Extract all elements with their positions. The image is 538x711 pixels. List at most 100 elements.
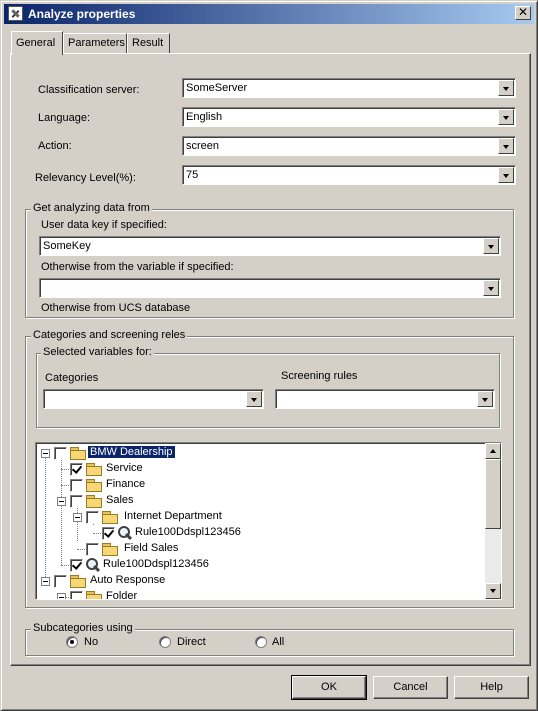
tree-scrollbar[interactable] — [485, 443, 501, 599]
classification-server-combo[interactable]: SomeServer — [182, 78, 516, 98]
language-label: Language: — [38, 112, 90, 124]
user-data-key-combo[interactable]: SomeKey — [39, 236, 501, 256]
tree-node-label: Rule100Ddspl123456 — [103, 558, 209, 570]
close-button[interactable]: ✕ — [515, 6, 531, 20]
tab-parameters[interactable]: Parameters — [63, 33, 127, 53]
tree-node-checkbox[interactable] — [70, 495, 83, 508]
chevron-down-icon[interactable] — [477, 391, 493, 407]
tab-general-label: General — [16, 37, 56, 49]
radio-all[interactable] — [255, 636, 267, 648]
help-button-label: Help — [480, 681, 503, 693]
cancel-button[interactable]: Cancel — [373, 676, 448, 699]
tree-node[interactable]: BMW Dealership — [36, 445, 476, 461]
radio-direct-label: Direct — [177, 636, 206, 648]
tree-node-checkbox[interactable] — [70, 591, 83, 599]
cancel-button-label: Cancel — [393, 681, 428, 693]
chevron-down-icon[interactable] — [483, 238, 499, 254]
tree-node-checkbox[interactable] — [54, 447, 67, 460]
variable-combo[interactable] — [39, 278, 501, 298]
relevancy-level-combo[interactable]: 75 — [182, 165, 516, 185]
scroll-up-icon[interactable] — [485, 443, 501, 459]
folder-icon — [86, 495, 102, 508]
tree-node[interactable]: Rule100Ddspl123456 — [36, 557, 476, 573]
ucs-database-label: Otherwise from UCS database — [41, 302, 191, 314]
collapse-icon[interactable] — [73, 513, 82, 522]
folder-icon — [86, 463, 102, 476]
chevron-down-icon[interactable] — [498, 80, 514, 96]
folder-icon — [70, 447, 86, 460]
window-title: Analyze properties — [28, 7, 136, 21]
chevron-down-icon[interactable] — [498, 138, 514, 154]
help-button[interactable]: Help — [454, 676, 529, 699]
tree-node-checkbox[interactable] — [70, 463, 83, 476]
tab-result-label: Result — [132, 37, 164, 49]
tree-node-checkbox[interactable] — [102, 527, 115, 540]
magnifier-icon — [85, 557, 101, 573]
tree-node[interactable]: Folder — [36, 589, 476, 600]
categories-combo[interactable] — [43, 389, 264, 409]
tree-node[interactable]: Field Sales — [36, 541, 476, 557]
tab-result[interactable]: Result — [127, 33, 170, 53]
tree-node-label: Rule100Ddspl123456 — [135, 526, 241, 538]
radio-direct[interactable] — [159, 636, 171, 648]
scroll-down-icon[interactable] — [485, 583, 501, 599]
collapse-icon[interactable] — [57, 497, 66, 506]
folder-icon — [86, 591, 102, 599]
tree-node-checkbox[interactable] — [70, 559, 83, 572]
action-combo[interactable]: screen — [182, 136, 516, 156]
tree-node[interactable]: Sales — [36, 493, 476, 509]
classification-server-value: SomeServer — [186, 82, 248, 94]
radio-no[interactable] — [66, 636, 78, 648]
tree-node[interactable]: Auto Response — [36, 573, 476, 589]
subcategories-legend: Subcategories using — [31, 622, 135, 634]
chevron-down-icon[interactable] — [483, 280, 499, 296]
magnifier-icon — [117, 525, 133, 541]
tree-node-label: Finance — [106, 478, 146, 490]
collapse-icon[interactable] — [57, 593, 66, 599]
analyzing-data-legend: Get analyzing data from — [31, 202, 152, 214]
chevron-down-icon[interactable] — [498, 109, 514, 125]
folder-icon — [102, 511, 118, 524]
tree-node-checkbox[interactable] — [54, 575, 67, 588]
folder-icon — [102, 543, 118, 556]
tree-node[interactable]: Finance — [36, 477, 476, 493]
folder-icon — [70, 575, 86, 588]
title-bar[interactable]: Analyze properties ✕ — [4, 4, 534, 24]
user-data-key-label: User data key if specified: — [41, 219, 167, 231]
categories-legend: Categories and screening reles — [31, 329, 188, 341]
scroll-thumb[interactable] — [485, 459, 501, 529]
tree-node-checkbox[interactable] — [86, 511, 99, 524]
tree-node-label: Sales — [106, 494, 134, 506]
chevron-down-icon[interactable] — [498, 167, 514, 183]
language-value: English — [186, 111, 223, 123]
tree-node-checkbox[interactable] — [70, 479, 83, 492]
language-combo[interactable]: English — [182, 107, 516, 127]
user-data-key-value: SomeKey — [43, 240, 91, 252]
ok-button[interactable]: OK — [291, 675, 367, 700]
tree-node[interactable]: Rule100Ddspl123456 — [36, 525, 476, 541]
tree-node-checkbox[interactable] — [86, 543, 99, 556]
app-tools-icon — [8, 6, 23, 21]
selected-variables-legend: Selected variables for: — [41, 346, 154, 358]
action-value: screen — [186, 140, 220, 152]
tab-parameters-label: Parameters — [68, 37, 125, 49]
tree-node-label: Internet Department — [124, 510, 222, 522]
categories-label: Categories — [45, 372, 99, 384]
relevancy-level-value: 75 — [186, 169, 199, 181]
tree-node[interactable]: Internet Department — [36, 509, 476, 525]
chevron-down-icon[interactable] — [246, 391, 262, 407]
collapse-icon[interactable] — [41, 449, 50, 458]
relevancy-level-label: Relevancy Level(%): — [35, 172, 136, 184]
screening-rules-combo[interactable] — [275, 389, 495, 409]
screening-rules-label: Screening rules — [281, 370, 358, 382]
analyze-properties-dialog: Analyze properties ✕ General Parameters … — [0, 0, 538, 711]
tree-node[interactable]: Service — [36, 461, 476, 477]
tab-general[interactable]: General — [11, 31, 63, 55]
action-label: Action: — [38, 140, 72, 152]
category-tree[interactable]: BMW Dealership Service Finance Sales Int… — [35, 442, 502, 600]
folder-icon — [86, 479, 102, 492]
tree-node-label: Auto Response — [90, 574, 166, 586]
variable-label: Otherwise from the variable if specified… — [41, 261, 234, 273]
tree-node-label: Folder — [106, 590, 138, 600]
collapse-icon[interactable] — [41, 577, 50, 586]
